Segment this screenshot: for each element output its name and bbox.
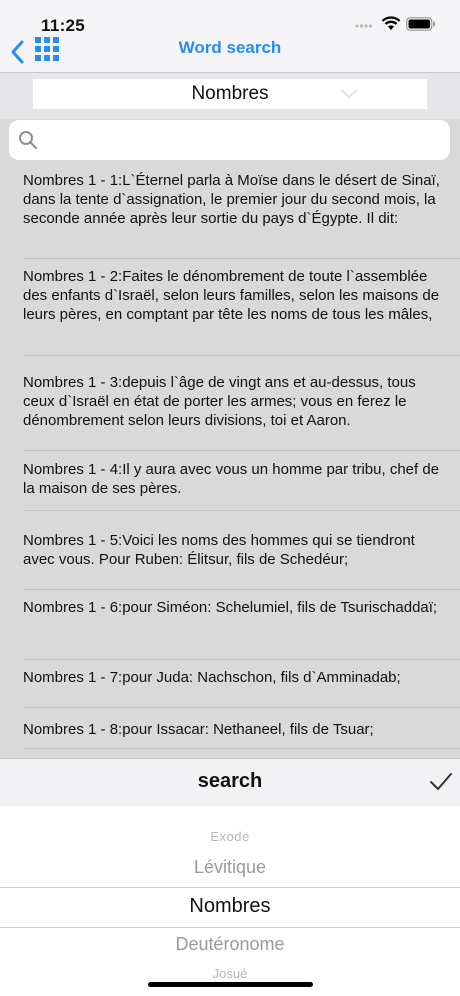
verse-list[interactable]: Nombres 1 - 1:L`Éternel parla à Moïse da… [0, 167, 460, 758]
verse-row[interactable]: Nombres 1 - 6:pour Siméon: Schelumiel, f… [23, 598, 460, 660]
search-field[interactable] [9, 120, 450, 160]
picker-option-selected[interactable]: Nombres [0, 895, 460, 918]
status-time: 11:25 [41, 16, 86, 35]
verse-text: Nombres 1 - 5:Voici les noms des hommes … [23, 532, 415, 568]
verse-row[interactable]: Nombres 1 - 8:pour Issacar: Nethaneel, f… [23, 720, 460, 749]
verse-text: Nombres 1 - 3:depuis l`âge de vingt ans … [23, 374, 416, 429]
verse-text: Nombres 1 - 4:Il y aura avec vous un hom… [23, 461, 440, 497]
battery-icon [406, 17, 435, 31]
search-icon [19, 131, 37, 149]
picker-selection-bottom-line [0, 927, 460, 928]
book-selector-bar: Nombres [0, 73, 460, 119]
verse-text: Nombres 1 - 1:L`Éternel parla à Moïse da… [23, 172, 440, 227]
home-indicator [148, 982, 313, 987]
picker-option[interactable]: Josué [0, 966, 460, 981]
picker-toolbar: search [0, 758, 460, 807]
verse-text: Nombres 1 - 7:pour Juda: Nachschon, fils… [23, 669, 401, 686]
verse-row[interactable]: Nombres 1 - 4:Il y aura avec vous un hom… [23, 460, 460, 511]
wifi-icon [381, 16, 401, 30]
chevron-down-icon [340, 89, 358, 99]
verse-row[interactable]: Nombres 1 - 5:Voici les noms des hommes … [23, 531, 460, 590]
verse-text: Nombres 1 - 6:pour Siméon: Schelumiel, f… [23, 599, 438, 616]
verse-text: Nombres 1 - 2:Faites le dénombrement de … [23, 268, 440, 323]
page-title: Word search [178, 38, 282, 57]
verse-row[interactable]: Nombres 1 - 2:Faites le dénombrement de … [23, 267, 460, 356]
navigation-bar: Word search [0, 36, 460, 73]
picker-title: search [197, 770, 263, 792]
picker-option[interactable]: Lévitique [0, 857, 460, 878]
book-picker-wheel[interactable]: Exode Lévitique Nombres Deutéronome Josu… [0, 806, 460, 996]
search-bar [0, 119, 460, 167]
verse-row[interactable]: Nombres 1 - 1:L`Éternel parla à Moïse da… [23, 171, 460, 259]
book-select[interactable]: Nombres [33, 79, 427, 109]
picker-selection-top-line [0, 887, 460, 888]
verse-row[interactable]: Nombres 1 - 3:depuis l`âge de vingt ans … [23, 373, 460, 451]
verse-text: Nombres 1 - 8:pour Issacar: Nethaneel, f… [23, 721, 374, 738]
search-input[interactable] [43, 128, 443, 154]
status-bar: 11:25 [0, 0, 460, 36]
verse-row[interactable]: Nombres 1 - 7:pour Juda: Nachschon, fils… [23, 668, 460, 708]
picker-option[interactable]: Exode [0, 829, 460, 844]
book-select-value: Nombres [191, 83, 269, 104]
checkmark-icon[interactable] [429, 772, 453, 792]
cellular-signal-icon [355, 24, 373, 28]
picker-option[interactable]: Deutéronome [0, 934, 460, 955]
